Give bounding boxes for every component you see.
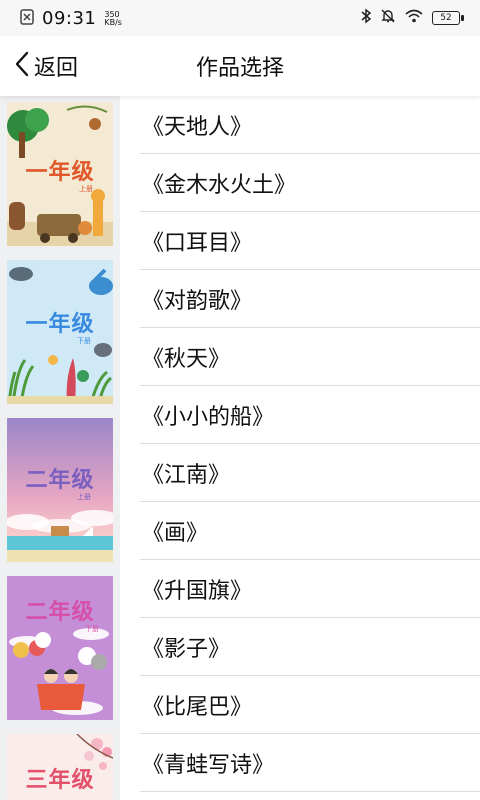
work-title: 《画》 [142, 520, 209, 546]
notification-icon [20, 8, 34, 29]
cover-title: 二年级 [25, 468, 95, 493]
work-title: 《江南》 [142, 462, 231, 488]
work-title: 《小小的船》 [142, 404, 275, 430]
bell-muted-icon [380, 8, 396, 28]
list-item[interactable]: 《天地人》 [140, 96, 480, 154]
list-item[interactable]: 《画》 [140, 502, 480, 560]
cover-title: 一年级 [25, 312, 95, 337]
page-title: 作品选择 [195, 56, 284, 81]
list-item[interactable]: 《青蛙写诗》 [140, 734, 480, 792]
list-item[interactable]: 《江南》 [140, 444, 480, 502]
list-item[interactable]: 《影子》 [140, 618, 480, 676]
work-title: 《对韵歌》 [142, 288, 253, 314]
battery-icon: 52 [432, 11, 464, 25]
status-bar: 09:31 350 KB/s 52 [0, 0, 480, 36]
list-item[interactable]: 《金木水火土》 [140, 154, 480, 212]
wifi-icon [404, 8, 424, 28]
list-item[interactable]: 《小小的船》 [140, 386, 480, 444]
list-item[interactable]: 《口耳目》 [140, 212, 480, 270]
cover-grade1-volume1[interactable]: 一年级 上册 [7, 102, 113, 246]
work-list: 《天地人》 《金木水火土》 《口耳目》 《对韵歌》 《秋天》 《小小的船》 《江… [140, 96, 480, 792]
cover-title: 一年级 [25, 160, 95, 185]
list-item[interactable]: 《升国旗》 [140, 560, 480, 618]
cover-sidebar: 一年级 上册 一年级 下册 二年级 上册 二年级 下册 三年级 [0, 96, 120, 800]
bluetooth-icon [360, 8, 372, 28]
content-area: 一年级 上册 一年级 下册 二年级 上册 二年级 下册 三年级 《天地人》 《金… [0, 96, 480, 800]
work-title: 《青蛙写诗》 [142, 752, 275, 778]
cover-title: 二年级 [25, 600, 95, 625]
cover-subtitle: 下册 [85, 625, 99, 633]
list-item[interactable]: 《比尾巴》 [140, 676, 480, 734]
app-header: 返回 作品选择 [0, 36, 480, 96]
work-title: 《秋天》 [142, 346, 231, 372]
cover-grade2-volume2[interactable]: 二年级 下册 [7, 576, 113, 720]
work-title: 《升国旗》 [142, 578, 253, 604]
cover-grade3[interactable]: 三年级 [7, 734, 113, 800]
work-title: 《天地人》 [142, 114, 253, 140]
status-time: 09:31 [42, 8, 97, 29]
cover-grade1-volume2[interactable]: 一年级 下册 [7, 260, 113, 404]
work-title: 《金木水火土》 [142, 172, 297, 198]
work-title: 《比尾巴》 [142, 694, 253, 720]
list-item[interactable]: 《对韵歌》 [140, 270, 480, 328]
cover-grade2-volume1[interactable]: 二年级 上册 [7, 418, 113, 562]
cover-subtitle: 上册 [77, 493, 91, 501]
work-title: 《口耳目》 [142, 230, 253, 256]
network-speed: 350 KB/s [104, 10, 122, 27]
work-title: 《影子》 [142, 636, 231, 662]
speed-unit: KB/s [104, 17, 122, 27]
cover-subtitle: 上册 [79, 185, 93, 193]
cover-title: 三年级 [25, 768, 95, 793]
list-item[interactable]: 《秋天》 [140, 328, 480, 386]
cover-subtitle: 下册 [77, 337, 91, 345]
